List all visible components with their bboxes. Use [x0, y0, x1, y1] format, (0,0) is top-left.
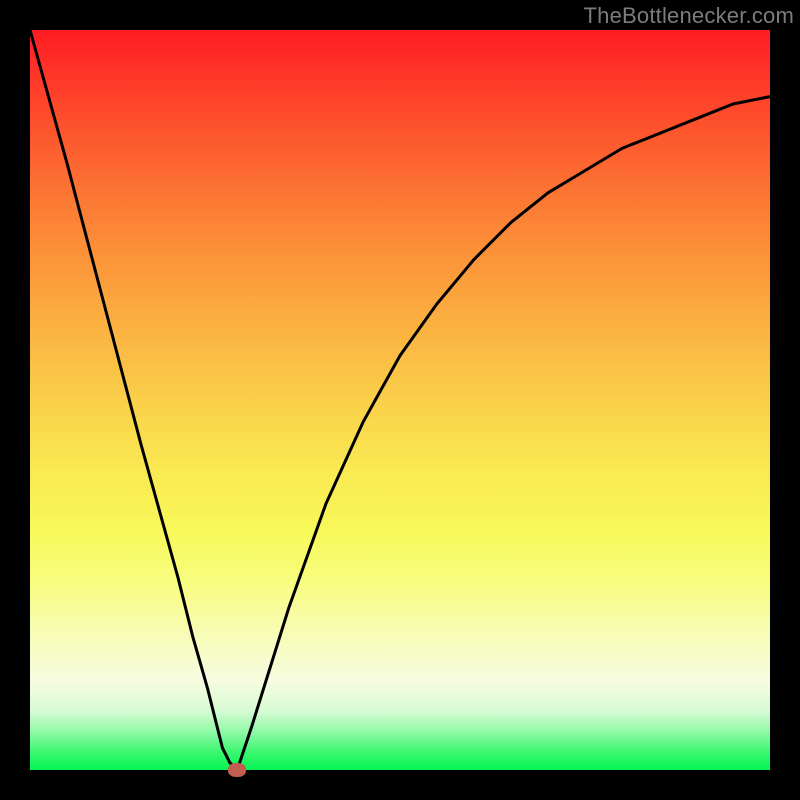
- curve-line: [30, 30, 770, 770]
- plot-area: [30, 30, 770, 770]
- watermark-text: TheBottlenecker.com: [584, 3, 794, 29]
- chart-frame: TheBottlenecker.com: [0, 0, 800, 800]
- bottleneck-curve: [30, 30, 770, 770]
- optimal-point-marker: [228, 763, 246, 777]
